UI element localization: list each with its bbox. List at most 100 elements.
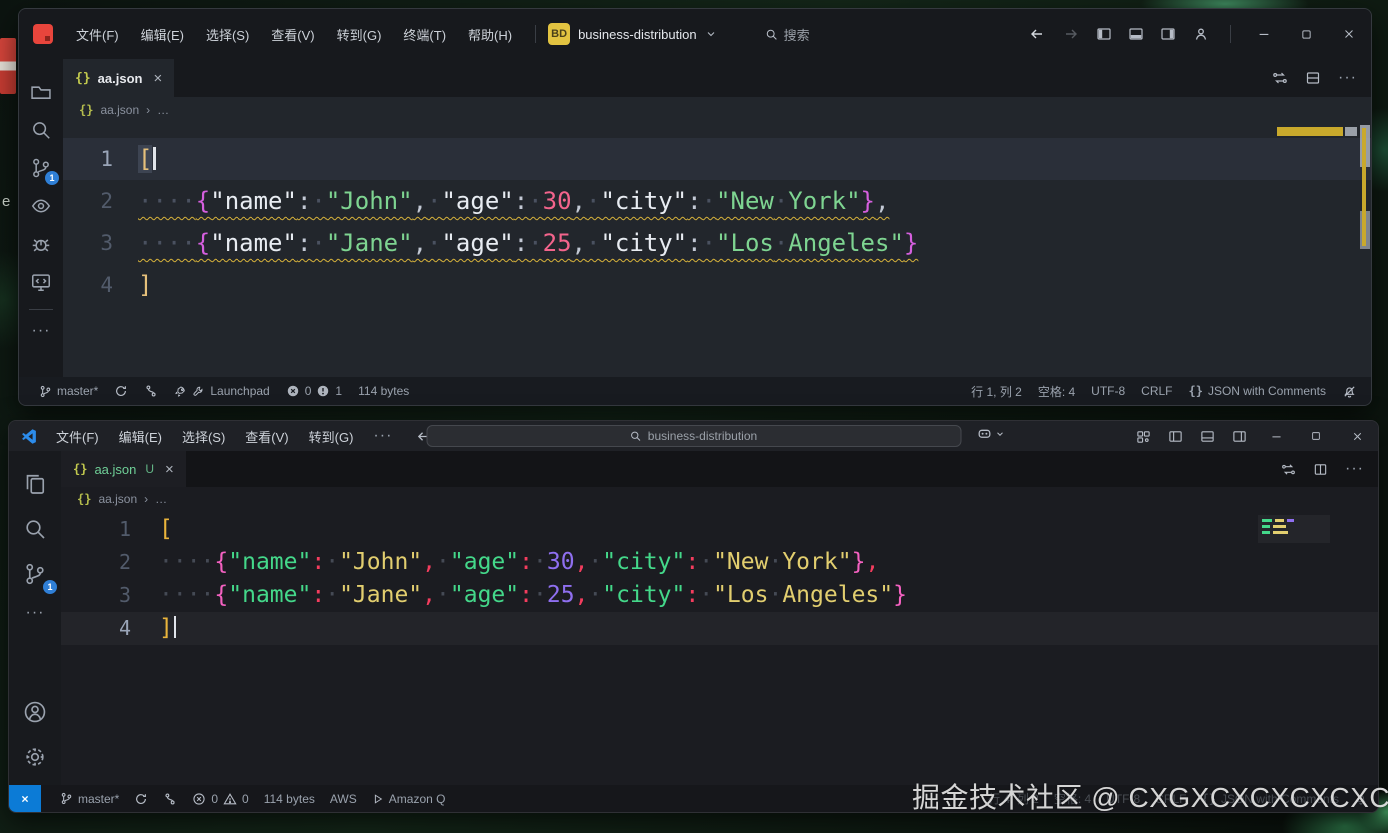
menu-more-icon[interactable]: ··· [363,431,402,441]
scrollbar[interactable] [1357,123,1371,377]
code-editor[interactable]: 1[2····{"name":·"John",·"age":·30,·"city… [61,510,1378,785]
menu-view[interactable]: 查看(V) [260,25,325,44]
debug-bug-icon[interactable] [19,225,63,263]
account-icon[interactable] [1184,26,1218,42]
code-token: "name" [210,187,297,215]
source-control-icon[interactable]: 1 [9,551,61,596]
amazon-q-item[interactable]: Amazon Q [372,792,446,806]
toggle-sidebar-icon[interactable] [1088,26,1120,42]
more-actions-icon[interactable]: ··· [19,318,63,344]
breadcrumb[interactable]: {} aa.json › … [63,97,1371,123]
tab-aa-json[interactable]: {} aa.json × [63,59,174,97]
app-logo-icon[interactable] [33,24,53,44]
problems-item[interactable]: 0 0 [192,792,248,806]
remote-indicator[interactable] [9,785,41,812]
problems-item[interactable]: 0 1 [286,384,342,398]
maximize-icon[interactable] [1285,9,1327,59]
git-branch-item[interactable]: master* [60,792,119,806]
toggle-panel-icon[interactable] [1192,429,1222,444]
menu-selection[interactable]: 选择(S) [172,427,235,446]
source-control-icon[interactable]: 1 [19,149,63,187]
code-token: "age" [450,549,519,575]
code-line[interactable]: 4] [61,612,1378,645]
code-line[interactable]: 2····{"name":·"John",·"age":·30,·"city":… [63,180,1371,222]
copilot-menu[interactable] [976,425,1005,442]
menu-file[interactable]: 文件(F) [65,25,130,44]
menu-edit[interactable]: 编辑(E) [130,25,195,44]
toggle-sidebar-icon[interactable] [1160,429,1190,444]
maximize-icon[interactable] [1296,421,1336,451]
indentation-item[interactable]: 空格: 4 [1038,383,1075,400]
code-token: 25 [543,229,572,257]
command-center-search[interactable]: business-distribution [426,425,961,447]
gitlens-icon[interactable] [144,384,158,398]
code-line[interactable]: 1[ [61,513,1378,546]
search-control[interactable]: 搜索 [765,25,810,44]
code-editor[interactable]: 1[2····{"name":·"John",·"age":·30,·"city… [63,123,1371,377]
breadcrumb[interactable]: {} aa.json › … [61,487,1378,510]
launchpad-item[interactable]: Launchpad [174,384,269,398]
minimize-icon[interactable] [1256,421,1296,451]
language-mode-item[interactable]: {} JSON with Comments [1189,384,1326,398]
code-token: · [774,187,788,215]
nav-forward-icon[interactable] [1054,26,1088,42]
explorer-icon[interactable] [19,73,63,111]
menu-edit[interactable]: 编辑(E) [109,427,172,446]
minimize-icon[interactable] [1243,9,1285,59]
menu-go[interactable]: 转到(G) [326,25,393,44]
menu-go[interactable]: 转到(G) [299,427,364,446]
eye-icon[interactable] [19,187,63,225]
vscode-logo-icon[interactable] [21,428,38,445]
split-editor-icon[interactable] [1305,70,1321,86]
menu-selection[interactable]: 选择(S) [195,25,260,44]
git-branch-item[interactable]: master* [39,384,98,398]
minimap[interactable] [1277,123,1357,377]
code-token: · [702,229,716,257]
sync-icon[interactable] [134,792,148,806]
more-actions-icon[interactable]: ··· [9,596,61,630]
code-line[interactable]: 2····{"name":·"John",·"age":·30,·"city":… [61,546,1378,579]
code-token: , [422,582,436,608]
close-icon[interactable] [1327,9,1371,59]
menu-file[interactable]: 文件(F) [46,427,109,446]
editor-more-icon[interactable]: ··· [1338,73,1357,83]
tab-close-icon[interactable]: × [153,70,162,87]
search-icon[interactable] [19,111,63,149]
preview-monitor-icon[interactable] [19,263,63,301]
notifications-muted-icon[interactable] [1342,384,1357,399]
encoding-item[interactable]: UTF-8 [1091,384,1125,398]
toggle-secondary-sidebar-icon[interactable] [1224,429,1254,444]
search-icon[interactable] [9,506,61,551]
open-changes-icon[interactable] [1281,462,1296,477]
code-token: ···· [159,582,214,608]
tab-close-icon[interactable]: × [165,461,174,478]
toggle-secondary-sidebar-icon[interactable] [1152,26,1184,42]
menu-help[interactable]: 帮助(H) [457,25,523,44]
aws-item[interactable]: AWS [330,792,357,806]
project-selector[interactable]: BD business-distribution [548,23,717,45]
nav-back-icon[interactable] [1020,26,1054,42]
menu-terminal[interactable]: 终端(T) [392,25,457,44]
account-icon[interactable] [9,689,61,734]
settings-gear-icon[interactable] [9,734,61,779]
open-changes-icon[interactable] [1272,70,1288,86]
code-line[interactable]: 3····{"name":·"Jane",·"age":·25,·"city":… [63,222,1371,264]
explorer-icon[interactable] [9,461,61,506]
close-icon[interactable] [1336,421,1378,451]
split-editor-icon[interactable] [1313,462,1328,477]
minimap[interactable] [1258,515,1330,543]
eol-item[interactable]: CRLF [1141,384,1172,398]
customize-layout-icon[interactable] [1128,429,1158,444]
tab-aa-json[interactable]: {} aa.json U × [61,451,186,487]
gitlens-icon[interactable] [163,792,177,806]
cursor-position-item[interactable]: 行 1, 列 2 [971,383,1022,400]
code-line[interactable]: 1[ [63,138,1371,180]
watermark: 掘金技术社区 @ CXGXCXCXCXCXCXGXCXGXCXCX [912,776,1388,816]
toggle-panel-icon[interactable] [1120,26,1152,42]
menu-view[interactable]: 查看(V) [235,427,298,446]
code-line[interactable]: 3····{"name":·"Jane",·"age":·25,·"city":… [61,579,1378,612]
editor-more-icon[interactable]: ··· [1345,464,1364,474]
code-token: "Los [716,229,774,257]
sync-icon[interactable] [114,384,128,398]
code-line[interactable]: 4] [63,264,1371,306]
